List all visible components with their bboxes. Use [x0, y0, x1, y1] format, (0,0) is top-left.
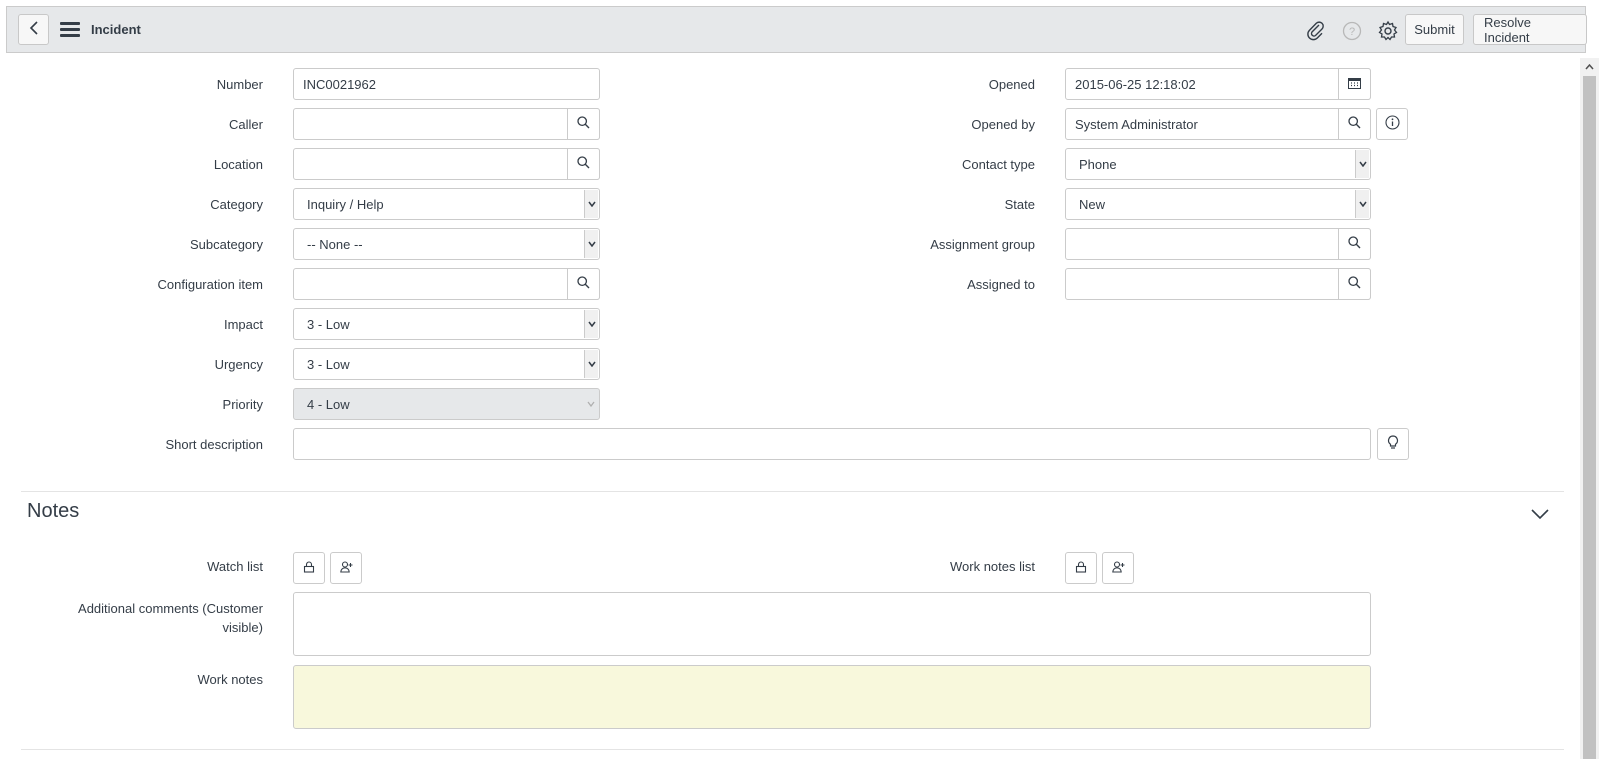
- chevron-down-icon: [584, 190, 598, 218]
- assigned-to-field[interactable]: [1065, 268, 1371, 300]
- calendar-icon: [1348, 77, 1361, 92]
- assigned-to-label: Assigned to: [967, 277, 1035, 292]
- opened-by-field[interactable]: System Administrator: [1065, 108, 1371, 140]
- impact-select[interactable]: 3 - Low: [293, 308, 600, 340]
- work-notes-list-label: Work notes list: [949, 559, 1035, 574]
- section-divider: [21, 491, 1564, 492]
- back-button[interactable]: [18, 14, 49, 45]
- resolve-incident-button[interactable]: Resolve Incident: [1473, 14, 1587, 45]
- chevron-down-icon: [584, 350, 598, 378]
- help-icon[interactable]: ?: [1340, 19, 1364, 43]
- assignment-group-field[interactable]: [1065, 228, 1371, 260]
- chevron-down-icon: [1355, 150, 1369, 178]
- section-divider: [21, 749, 1564, 750]
- submit-button[interactable]: Submit: [1405, 14, 1464, 45]
- watch-list-lock-button[interactable]: [293, 552, 325, 584]
- contact-type-select[interactable]: Phone: [1065, 148, 1371, 180]
- search-icon: [577, 276, 590, 292]
- search-icon: [1348, 116, 1361, 132]
- configuration-item-label: Configuration item: [157, 277, 264, 292]
- caller-field[interactable]: [293, 108, 600, 140]
- hamburger-icon[interactable]: [60, 22, 80, 38]
- search-icon: [577, 116, 590, 132]
- notes-section-title: Notes: [27, 500, 80, 522]
- opened-label: Opened: [988, 77, 1035, 92]
- impact-label: Impact: [223, 317, 263, 332]
- assignment-group-lookup-button[interactable]: [1338, 228, 1371, 260]
- info-icon: [1384, 115, 1400, 133]
- add-user-icon: [339, 560, 353, 576]
- contact-type-label: Contact type: [962, 157, 1035, 172]
- priority-select: 4 - Low: [293, 388, 600, 420]
- opened-by-lookup-button[interactable]: [1338, 108, 1371, 140]
- work-notes-list-lock-button[interactable]: [1065, 552, 1097, 584]
- page-title: Incident: [91, 22, 141, 37]
- form-header: Incident ? Submit Resolve Incident: [6, 6, 1587, 53]
- category-select[interactable]: Inquiry / Help: [293, 188, 600, 220]
- assignment-group-label: Assignment group: [930, 237, 1035, 252]
- number-field[interactable]: INC0021962: [293, 68, 600, 100]
- subcategory-select[interactable]: -- None --: [293, 228, 600, 260]
- back-icon: [29, 21, 39, 38]
- urgency-label: Urgency: [214, 357, 263, 372]
- paperclip-icon[interactable]: [1304, 19, 1328, 43]
- add-user-icon: [1111, 560, 1125, 576]
- subcategory-label: Subcategory: [190, 237, 263, 252]
- location-label: Location: [213, 157, 263, 172]
- configuration-item-field[interactable]: [293, 268, 600, 300]
- short-description-field[interactable]: [293, 428, 1371, 460]
- state-label: State: [1004, 197, 1035, 212]
- state-select[interactable]: New: [1065, 188, 1371, 220]
- chevron-down-icon: [584, 390, 598, 418]
- additional-comments-textarea[interactable]: [293, 592, 1371, 656]
- lock-icon: [1075, 560, 1087, 576]
- opened-by-label: Opened by: [971, 117, 1035, 132]
- category-label: Category: [210, 197, 263, 212]
- urgency-select[interactable]: 3 - Low: [293, 348, 600, 380]
- svg-text:?: ?: [1349, 26, 1355, 38]
- configuration-item-lookup-button[interactable]: [567, 268, 600, 300]
- suggestion-button[interactable]: [1377, 428, 1409, 460]
- scrollbar-thumb[interactable]: [1583, 76, 1596, 759]
- short-description-label: Short description: [165, 437, 263, 452]
- lightbulb-icon: [1387, 435, 1399, 453]
- caller-label: Caller: [229, 117, 263, 132]
- work-notes-textarea[interactable]: [293, 665, 1371, 729]
- assigned-to-lookup-button[interactable]: [1338, 268, 1371, 300]
- chevron-down-icon: [1355, 190, 1369, 218]
- additional-comments-label: Additional comments (Customer visible): [78, 601, 263, 635]
- priority-label: Priority: [222, 397, 263, 412]
- chevron-down-icon: [584, 310, 598, 338]
- gear-icon[interactable]: [1376, 19, 1400, 43]
- location-field[interactable]: [293, 148, 600, 180]
- search-icon: [577, 156, 590, 172]
- search-icon: [1348, 276, 1361, 292]
- lock-icon: [303, 560, 315, 576]
- watch-list-label: Watch list: [207, 559, 263, 574]
- work-notes-label: Work notes: [197, 672, 263, 687]
- location-lookup-button[interactable]: [567, 148, 600, 180]
- chevron-down-icon: [584, 230, 598, 258]
- watch-list-add-me-button[interactable]: [330, 552, 362, 584]
- calendar-button[interactable]: [1338, 68, 1371, 100]
- opened-by-info-button[interactable]: [1376, 108, 1408, 140]
- vertical-scrollbar[interactable]: [1580, 58, 1599, 759]
- caller-lookup-button[interactable]: [567, 108, 600, 140]
- chevron-down-icon[interactable]: [1530, 508, 1550, 523]
- opened-field[interactable]: 2015-06-25 12:18:02: [1065, 68, 1371, 100]
- scroll-up-icon[interactable]: [1580, 58, 1599, 75]
- search-icon: [1348, 236, 1361, 252]
- number-label: Number: [216, 77, 263, 92]
- work-notes-list-add-me-button[interactable]: [1102, 552, 1134, 584]
